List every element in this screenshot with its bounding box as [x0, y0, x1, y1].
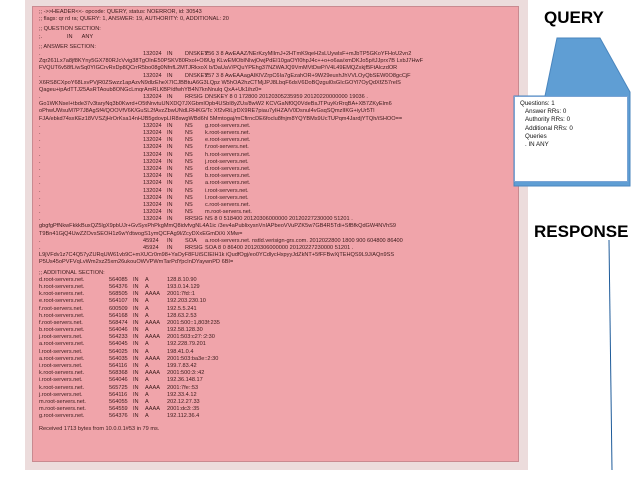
query-item: . IN ANY — [525, 141, 549, 149]
query-label: QUERY — [544, 8, 604, 27]
authority-rrs: Authority RRs: 0 — [525, 116, 571, 124]
response-label: RESPONSE — [534, 222, 629, 241]
questions-count: Questions: 1 — [520, 100, 555, 107]
queries-heading: Queries — [525, 132, 547, 140]
answer-rrs: Answer RRs: 0 — [525, 108, 567, 116]
additional-rrs: Additional RRs: 0 — [525, 124, 573, 132]
query-summary-box: Questions: 1 Answer RRs: 0 Authority RRs… — [514, 96, 628, 182]
